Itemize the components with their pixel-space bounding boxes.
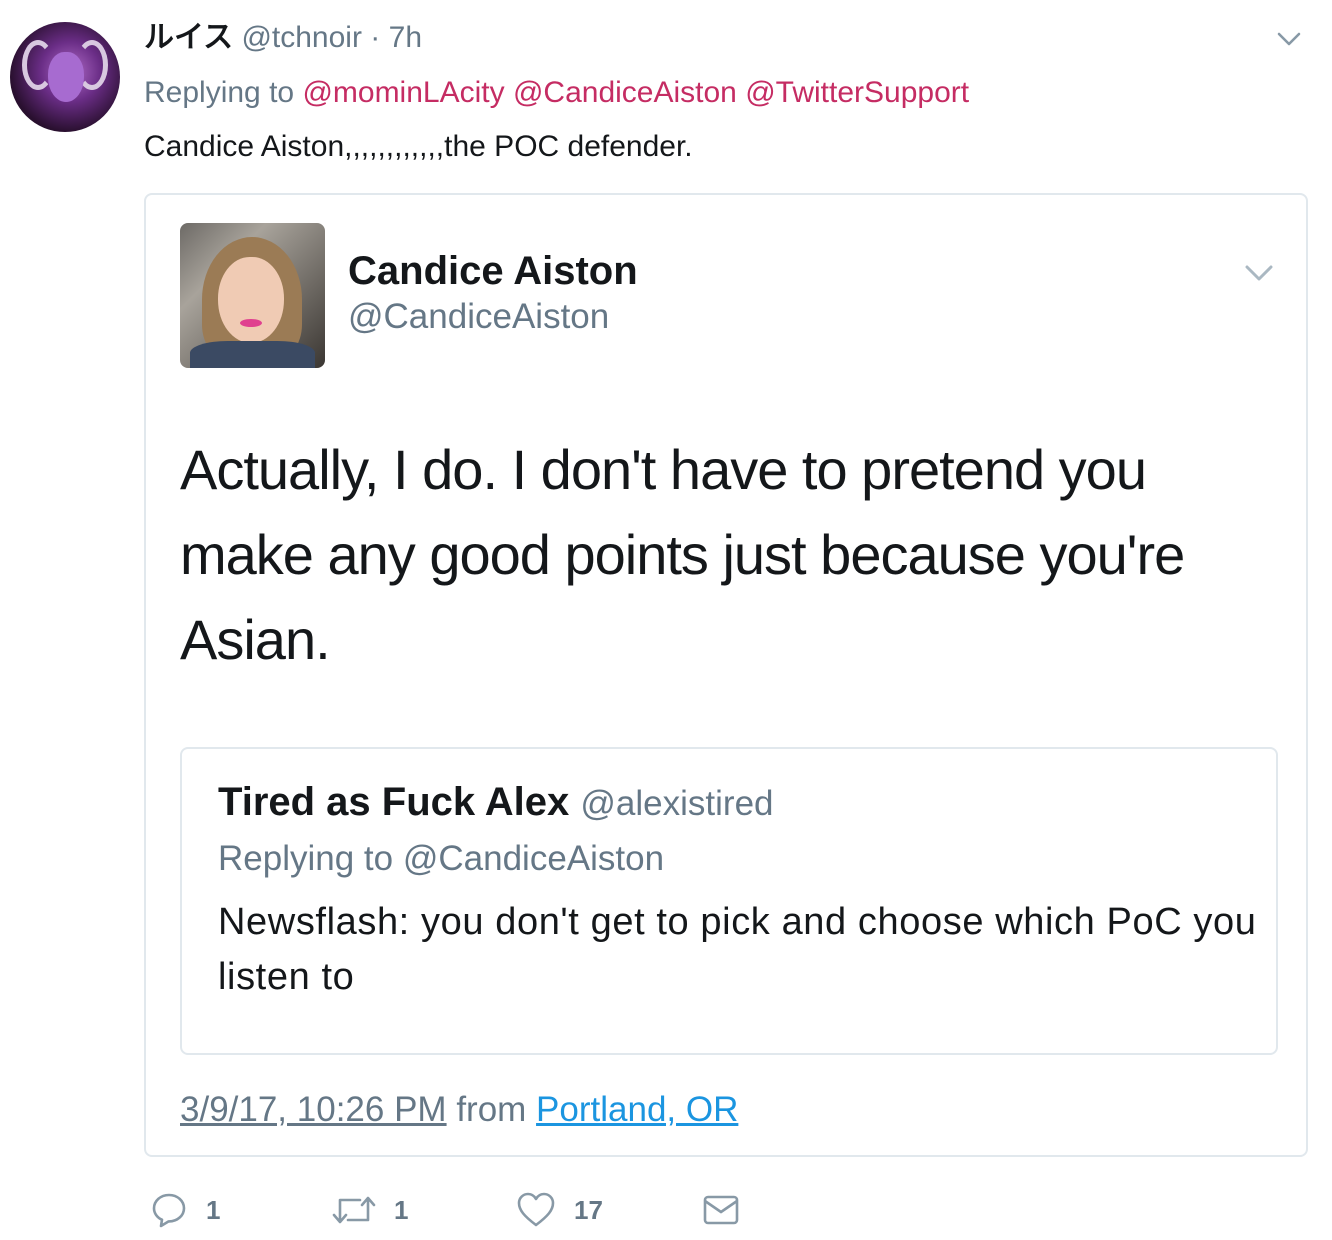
avatar-face [218,257,284,343]
quoted-tweet-card[interactable]: Candice Aiston @CandiceAiston Actually, … [144,193,1308,1157]
from-label: from [456,1090,527,1129]
quoted-avatar[interactable] [180,223,325,368]
like-button[interactable]: 17 [516,1188,603,1232]
inner-display-name[interactable]: Tired as Fuck Alex [218,780,569,824]
tweet-text: Candice Aiston,,,,,,,,,,,,the POC defend… [144,130,693,163]
avatar-shirt [190,341,315,368]
retweet-icon [332,1191,376,1229]
inner-replying-to: Replying to @CandiceAiston [218,837,664,881]
location-link[interactable]: Portland, OR [536,1090,738,1129]
quoted-display-name[interactable]: Candice Aiston [348,247,638,295]
avatar-face [48,52,84,102]
inner-handle[interactable]: @alexistired [580,784,773,823]
chevron-down-icon[interactable] [1244,257,1273,283]
chevron-down-icon[interactable] [1276,26,1302,52]
quoted-tweet-meta: 3/9/17, 10:26 PM from Portland, OR [180,1088,738,1132]
timestamp-link[interactable]: 3/9/17, 10:26 PM [180,1090,447,1129]
reply-count: 1 [206,1194,221,1225]
avatar[interactable] [10,22,120,132]
inner-tweet-text: Newsflash: you don't get to pick and cho… [218,901,1257,998]
inner-tweet-header: Tired as Fuck Alex @alexistired [218,777,774,829]
mention-link[interactable]: @TwitterSupport [745,76,969,109]
inner-mention-link[interactable]: @CandiceAiston [403,839,664,878]
reply-button[interactable]: 1 [150,1188,220,1232]
quoted-handle[interactable]: @CandiceAiston [348,295,609,339]
mention-link[interactable]: @mominLAcity [302,76,504,109]
retweet-button[interactable]: 1 [332,1188,408,1232]
message-button[interactable] [702,1188,740,1232]
message-icon [702,1192,740,1228]
tweet-header: ルイス @tchnoir · 7h [144,18,422,58]
handle[interactable]: @tchnoir [241,21,362,54]
inner-quoted-tweet-card[interactable]: Tired as Fuck Alex @alexistired Replying… [180,747,1278,1055]
tweet-time[interactable]: 7h [389,21,422,54]
mention-link[interactable]: @CandiceAiston [513,76,737,109]
like-icon [516,1191,556,1229]
replying-to: Replying to @mominLAcity @CandiceAiston … [144,73,969,113]
avatar-lips [240,319,262,327]
display-name[interactable]: ルイス [144,21,233,54]
replying-prefix: Replying to [144,76,295,109]
like-count: 17 [574,1194,603,1225]
reply-icon [150,1191,188,1229]
retweet-count: 1 [394,1194,409,1225]
inner-replying-prefix: Replying to [218,839,394,878]
separator: · [370,21,381,54]
quoted-tweet-text: Actually, I do. I don't have to pretend … [180,438,1185,671]
